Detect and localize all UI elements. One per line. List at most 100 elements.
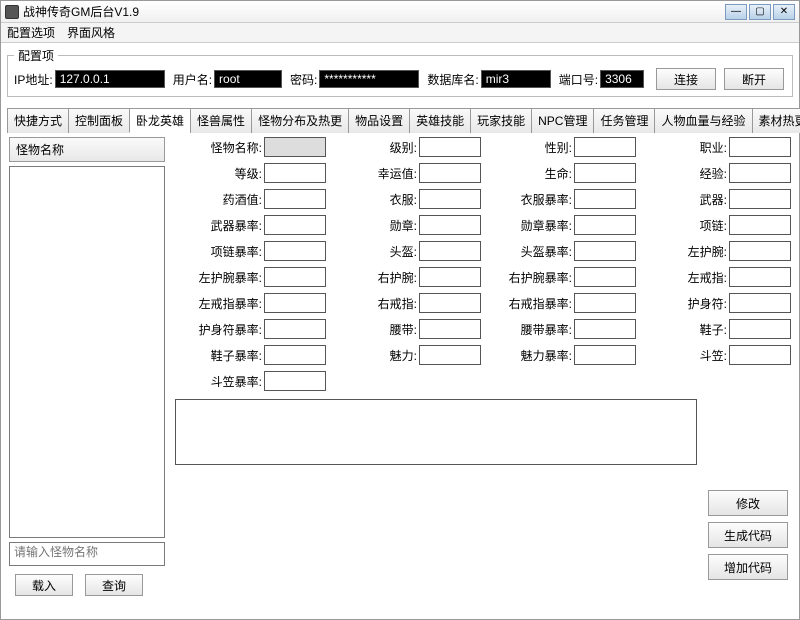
field-input[interactable] bbox=[574, 319, 636, 339]
field-input[interactable] bbox=[419, 137, 481, 157]
field-8-2: 魅力暴率: bbox=[485, 345, 636, 365]
field-2-1: 衣服: bbox=[330, 189, 481, 209]
port-input[interactable] bbox=[600, 70, 644, 88]
tab-怪兽属性[interactable]: 怪兽属性 bbox=[190, 108, 252, 133]
field-input[interactable] bbox=[729, 319, 791, 339]
generate-code-button[interactable]: 生成代码 bbox=[708, 522, 788, 548]
field-input[interactable] bbox=[729, 163, 791, 183]
field-label: 头盔: bbox=[390, 243, 417, 260]
field-4-1: 头盔: bbox=[330, 241, 481, 261]
tab-素材热更[interactable]: 素材热更 bbox=[752, 108, 800, 133]
add-code-button[interactable]: 增加代码 bbox=[708, 554, 788, 580]
field-label: 职业: bbox=[700, 139, 727, 156]
field-label: 左护腕暴率: bbox=[199, 269, 262, 286]
monster-list-header: 怪物名称 bbox=[9, 137, 165, 162]
field-input[interactable] bbox=[264, 163, 326, 183]
field-input[interactable] bbox=[264, 267, 326, 287]
field-input[interactable] bbox=[419, 267, 481, 287]
tab-玩家技能[interactable]: 玩家技能 bbox=[470, 108, 532, 133]
field-input[interactable] bbox=[264, 137, 326, 157]
load-button[interactable]: 载入 bbox=[15, 574, 73, 596]
field-input[interactable] bbox=[729, 293, 791, 313]
tab-bar: 快捷方式控制面板卧龙英雄怪兽属性怪物分布及热更物品设置英雄技能玩家技能NPC管理… bbox=[7, 107, 793, 133]
field-input[interactable] bbox=[729, 137, 791, 157]
field-3-1: 勋章: bbox=[330, 215, 481, 235]
field-input[interactable] bbox=[574, 293, 636, 313]
field-input[interactable] bbox=[574, 163, 636, 183]
menu-config[interactable]: 配置选项 bbox=[7, 24, 55, 41]
field-label: 生命: bbox=[545, 165, 572, 182]
field-label: 左戒指: bbox=[688, 269, 727, 286]
close-button[interactable]: ✕ bbox=[773, 4, 795, 20]
ip-input[interactable] bbox=[55, 70, 165, 88]
field-1-2: 生命: bbox=[485, 163, 636, 183]
field-label: 药酒值: bbox=[223, 191, 262, 208]
pwd-input[interactable] bbox=[319, 70, 419, 88]
field-label: 腰带: bbox=[390, 321, 417, 338]
field-label: 斗笠: bbox=[700, 347, 727, 364]
disconnect-button[interactable]: 断开 bbox=[724, 68, 784, 90]
field-input[interactable] bbox=[729, 267, 791, 287]
user-input[interactable] bbox=[214, 70, 282, 88]
monster-list[interactable] bbox=[9, 166, 165, 538]
field-input[interactable] bbox=[729, 345, 791, 365]
field-label: 左戒指暴率: bbox=[199, 295, 262, 312]
output-area[interactable] bbox=[175, 399, 697, 465]
tab-快捷方式[interactable]: 快捷方式 bbox=[7, 108, 69, 133]
connect-button[interactable]: 连接 bbox=[656, 68, 716, 90]
field-input[interactable] bbox=[419, 215, 481, 235]
tab-卧龙英雄[interactable]: 卧龙英雄 bbox=[129, 108, 191, 133]
modify-button[interactable]: 修改 bbox=[708, 490, 788, 516]
minimize-button[interactable]: — bbox=[725, 4, 747, 20]
field-input[interactable] bbox=[264, 215, 326, 235]
db-label: 数据库名: bbox=[427, 71, 478, 88]
field-label: 腰带暴率: bbox=[521, 321, 572, 338]
db-input[interactable] bbox=[481, 70, 551, 88]
field-0-3: 职业: bbox=[640, 137, 791, 157]
field-input[interactable] bbox=[264, 293, 326, 313]
field-6-0: 左戒指暴率: bbox=[175, 293, 326, 313]
tab-人物血量与经验[interactable]: 人物血量与经验 bbox=[654, 108, 752, 133]
tab-控制面板[interactable]: 控制面板 bbox=[68, 108, 130, 133]
tab-NPC管理[interactable]: NPC管理 bbox=[531, 108, 594, 133]
field-input[interactable] bbox=[264, 241, 326, 261]
field-input[interactable] bbox=[574, 189, 636, 209]
field-input[interactable] bbox=[419, 163, 481, 183]
field-label: 左护腕: bbox=[688, 243, 727, 260]
field-input[interactable] bbox=[729, 241, 791, 261]
field-label: 头盔暴率: bbox=[521, 243, 572, 260]
field-input[interactable] bbox=[419, 319, 481, 339]
field-5-3: 左戒指: bbox=[640, 267, 791, 287]
field-input[interactable] bbox=[419, 293, 481, 313]
filter-input[interactable] bbox=[14, 545, 160, 559]
field-label: 右戒指暴率: bbox=[509, 295, 572, 312]
field-input[interactable] bbox=[264, 319, 326, 339]
field-input[interactable] bbox=[574, 241, 636, 261]
field-input[interactable] bbox=[419, 189, 481, 209]
field-input[interactable] bbox=[574, 215, 636, 235]
menu-bar: 配置选项 界面风格 bbox=[1, 23, 799, 43]
tab-怪物分布及热更[interactable]: 怪物分布及热更 bbox=[251, 108, 349, 133]
field-input[interactable] bbox=[574, 137, 636, 157]
field-input[interactable] bbox=[729, 189, 791, 209]
tab-任务管理[interactable]: 任务管理 bbox=[593, 108, 655, 133]
tab-物品设置[interactable]: 物品设置 bbox=[348, 108, 410, 133]
menu-style[interactable]: 界面风格 bbox=[67, 24, 115, 41]
title-bar: 战神传奇GM后台V1.9 — ▢ ✕ bbox=[1, 1, 799, 23]
field-input[interactable] bbox=[419, 345, 481, 365]
field-0-2: 性别: bbox=[485, 137, 636, 157]
field-label: 级别: bbox=[390, 139, 417, 156]
field-input[interactable] bbox=[574, 345, 636, 365]
field-input[interactable] bbox=[264, 371, 326, 391]
field-input[interactable] bbox=[574, 267, 636, 287]
tab-英雄技能[interactable]: 英雄技能 bbox=[409, 108, 471, 133]
query-button[interactable]: 查询 bbox=[85, 574, 143, 596]
field-4-2: 头盔暴率: bbox=[485, 241, 636, 261]
field-input[interactable] bbox=[419, 241, 481, 261]
field-input[interactable] bbox=[264, 345, 326, 365]
maximize-button[interactable]: ▢ bbox=[749, 4, 771, 20]
field-label: 勋章暴率: bbox=[521, 217, 572, 234]
field-input[interactable] bbox=[729, 215, 791, 235]
field-input[interactable] bbox=[264, 189, 326, 209]
field-label: 斗笠暴率: bbox=[211, 373, 262, 390]
